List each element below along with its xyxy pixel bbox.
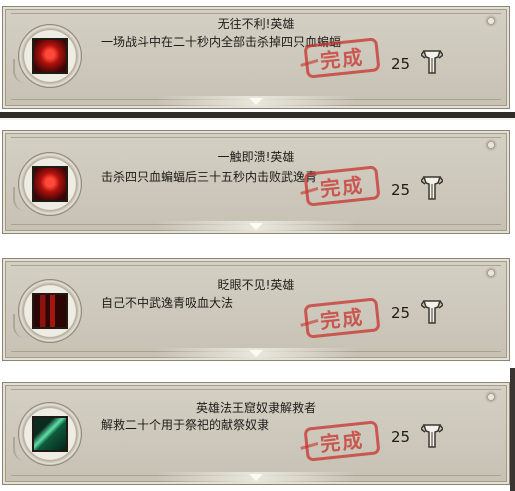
icon-frame — [13, 25, 81, 87]
green-spear-icon — [32, 416, 68, 452]
achievement-card[interactable]: 无往不利!英雄 一场战斗中在二十秒内全部击杀掉四只血蝙蝠 完成 25 — [2, 6, 510, 109]
achievement-title: 一触即溃!英雄 — [217, 150, 295, 164]
separator-band-light — [0, 118, 515, 120]
card-top-rule — [11, 13, 501, 14]
achievement-card[interactable]: 一触即溃!英雄 击杀四只血蝙蝠后三十五秒内击败武逸青 完成 25 — [2, 130, 510, 234]
achievement-title: 无往不利!英雄 — [217, 17, 295, 31]
card-top-rule — [11, 389, 501, 390]
card-top-rule — [11, 137, 501, 138]
achievement-points: 25 — [391, 181, 411, 199]
trophy-icon — [421, 300, 443, 324]
completed-stamp: 完成 — [303, 297, 381, 339]
red-demon-face-icon — [32, 38, 68, 74]
achievement-title: 眨眼不见!英雄 — [217, 278, 295, 292]
achievement-points: 25 — [391, 304, 411, 322]
achievement-card[interactable]: 眨眼不见!英雄 自己不中武逸青吸血大法 完成 25 — [2, 258, 510, 361]
expand-arrow-icon[interactable] — [249, 98, 263, 105]
expand-arrow-icon[interactable] — [249, 350, 263, 357]
expand-arrow-icon[interactable] — [249, 223, 263, 230]
completed-stamp: 完成 — [303, 165, 381, 207]
blood-pillar-icon — [32, 293, 68, 329]
achievement-title: 英雄法王窟奴隶解救者 — [195, 401, 316, 415]
trophy-icon — [421, 176, 443, 200]
trophy-icon — [421, 50, 443, 74]
red-demon-face-icon — [32, 166, 68, 202]
trophy-icon — [421, 424, 443, 448]
achievement-points: 25 — [391, 55, 411, 73]
expand-arrow-icon[interactable] — [249, 474, 263, 481]
achievement-card[interactable]: 英雄法王窟奴隶解救者 解救二十个用于祭祀的献祭奴隶 完成 25 — [2, 382, 510, 485]
completed-stamp: 完成 — [303, 37, 381, 79]
achievement-points: 25 — [391, 428, 411, 446]
icon-frame — [13, 280, 81, 342]
icon-frame — [13, 403, 81, 465]
right-edge-bar — [510, 368, 515, 491]
icon-frame — [13, 153, 81, 215]
completed-stamp: 完成 — [303, 420, 381, 462]
card-top-rule — [11, 265, 501, 266]
